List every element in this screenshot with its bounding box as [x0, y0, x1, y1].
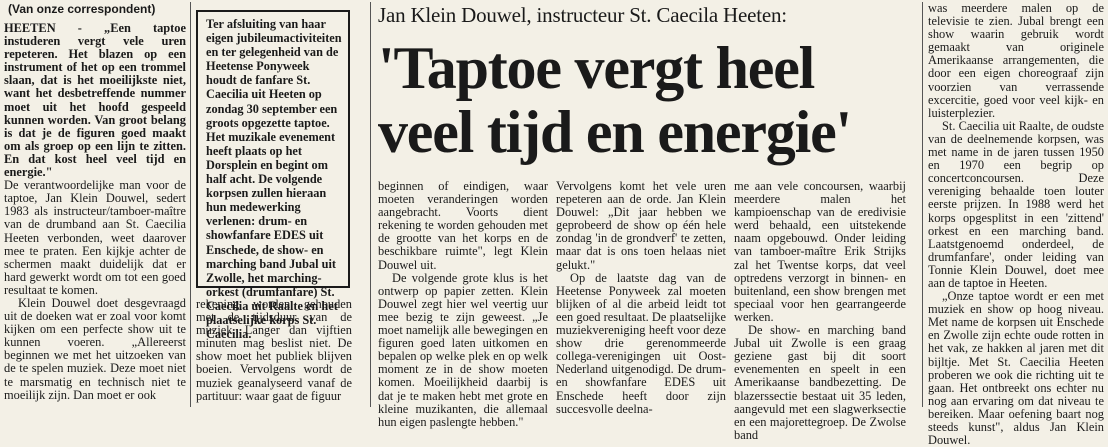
- paragraph: De volgende grote klus is het ontwerp op…: [378, 270, 548, 429]
- paragraph: De verantwoordelijke man voor de taptoe,…: [4, 178, 186, 297]
- paragraph: St. Caecilia uit Raalte, de oudste van d…: [928, 118, 1104, 290]
- paragraph: „Onze taptoe wordt er een met muziek en …: [928, 289, 1104, 447]
- column-1: (Van onze correspondent) HEETEN - „Een t…: [4, 0, 186, 402]
- column-divider: [922, 2, 923, 407]
- column-3: beginnen of eindigen, waar moeten verand…: [378, 179, 548, 429]
- headline: 'Taptoe vergt heel veel tijd en energie': [378, 36, 923, 164]
- headline-line: veel tijd en energie': [378, 99, 852, 165]
- paragraph: beginnen of eindigen, waar moeten verand…: [378, 179, 548, 272]
- column-5: me aan vele concoursen, waarbij meerdere…: [734, 179, 906, 442]
- headline-line: 'Taptoe vergt heel: [378, 35, 815, 101]
- paragraph: rekening worden gehouden met de tijdsduu…: [196, 297, 352, 403]
- paragraph: was meerdere malen op de televisie te zi…: [928, 1, 1104, 120]
- column-4: Vervolgens komt het vele uren repeteren …: [556, 179, 726, 416]
- column-2: rekening worden gehouden met de tijdsduu…: [196, 297, 352, 403]
- paragraph: Klein Douwel doet desgevraagd uit de doe…: [4, 295, 186, 402]
- paragraph: Vervolgens komt het vele uren repeteren …: [556, 179, 726, 272]
- announcement-text: Ter afsluiting van haar eigen jubileumac…: [206, 17, 342, 342]
- announcement-box: Ter afsluiting van haar eigen jubileumac…: [196, 10, 350, 341]
- newspaper-clipping: (Van onze correspondent) HEETEN - „Een t…: [0, 0, 1108, 446]
- column-divider: [370, 2, 371, 407]
- column-6: was meerdere malen op de televisie te zi…: [928, 1, 1104, 447]
- paragraph: me aan vele concoursen, waarbij meerdere…: [734, 179, 906, 324]
- article-lead: HEETEN - „Een taptoe instuderen vergt ve…: [4, 21, 186, 180]
- paragraph: De show- en marching band Jubal uit Zwol…: [734, 323, 906, 442]
- paragraph: Op de laatste dag van de Heetense Ponywe…: [556, 270, 726, 416]
- kicker: Jan Klein Douwel, instructeur St. Caecil…: [378, 3, 787, 27]
- byline-tag: (Van onze correspondent): [8, 2, 156, 16]
- column-divider: [190, 2, 191, 407]
